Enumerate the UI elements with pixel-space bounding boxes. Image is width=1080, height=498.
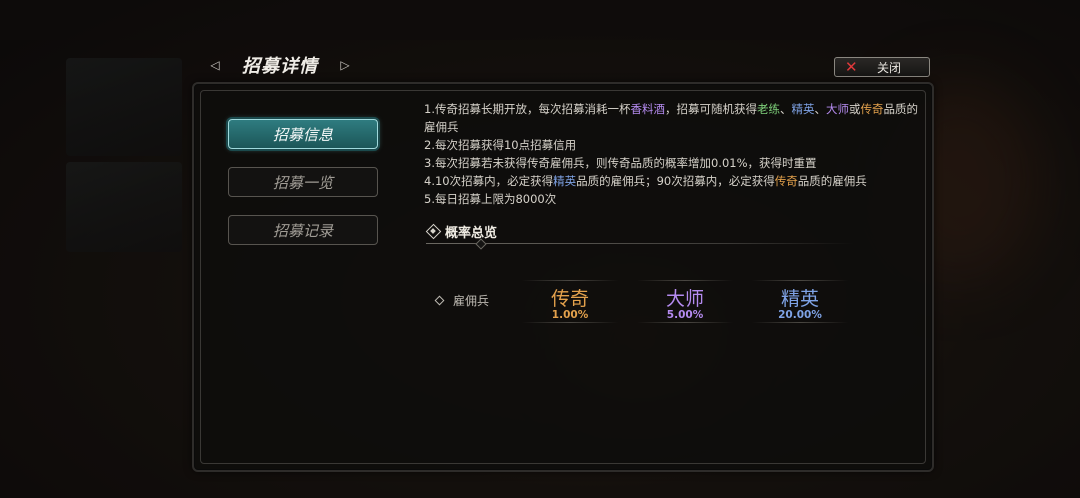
quality-name: 大师 <box>665 288 704 310</box>
prev-arrow-icon[interactable]: ◁ <box>208 58 222 72</box>
close-label: 关闭 <box>877 60 902 75</box>
tab-recruit-record[interactable]: 招募记录 <box>228 215 378 245</box>
tab-label: 招募信息 <box>272 125 333 144</box>
title-bar: ◁ 招募详情 ▷ <box>208 52 352 78</box>
quality-percent: 20.00% <box>778 309 822 321</box>
rule-line-3: 3.每次招募若未获得传奇雇佣兵，则传奇品质的概率增加0.01%，获得时重置 <box>424 156 817 170</box>
rule-line-1b: 雇佣兵 <box>424 120 459 134</box>
divider <box>426 243 854 244</box>
tab-recruit-list[interactable]: 招募一览 <box>228 167 378 197</box>
diamond-icon <box>426 224 440 238</box>
rule-line-2: 2.每次招募获得10点招募信用 <box>424 138 577 152</box>
next-arrow-icon[interactable]: ▷ <box>338 58 352 72</box>
rule-line-1: 1.传奇招募长期开放，每次招募消耗一杯香料酒，招募可随机获得老练、精英、大师或传… <box>424 102 918 116</box>
tab-recruit-info[interactable]: 招募信息 <box>228 119 378 149</box>
quality-legend: 传奇 1.00% <box>522 280 618 324</box>
rule-line-5: 5.每日招募上限为8000次 <box>424 192 557 206</box>
quality-name: 传奇 <box>550 288 589 310</box>
tab-label: 招募一览 <box>272 173 333 192</box>
quality-percent: 5.00% <box>666 309 704 321</box>
overview-title: 概率总览 <box>445 225 498 241</box>
quality-name: 精英 <box>780 288 819 310</box>
rules-text: 1.传奇招募长期开放，每次招募消耗一杯香料酒，招募可随机获得老练、精英、大师或传… <box>424 100 918 208</box>
bullet-diamond-icon <box>434 295 445 306</box>
quality-elite: 精英 20.00% <box>752 280 848 324</box>
quality-percent: 1.00% <box>551 309 589 321</box>
rule-line-4: 4.10次招募内，必定获得精英品质的雇佣兵；90次招募内，必定获得传奇品质的雇佣… <box>424 174 867 188</box>
tab-label: 招募记录 <box>272 221 333 240</box>
overview-header: 概率总览 <box>426 222 498 241</box>
quality-master: 大师 5.00% <box>637 280 733 324</box>
mercenary-row-label: 雇佣兵 <box>434 292 489 309</box>
close-button[interactable]: ✕ 关闭 <box>834 57 930 77</box>
page-title: 招募详情 <box>242 56 318 77</box>
close-icon: ✕ <box>845 58 858 76</box>
